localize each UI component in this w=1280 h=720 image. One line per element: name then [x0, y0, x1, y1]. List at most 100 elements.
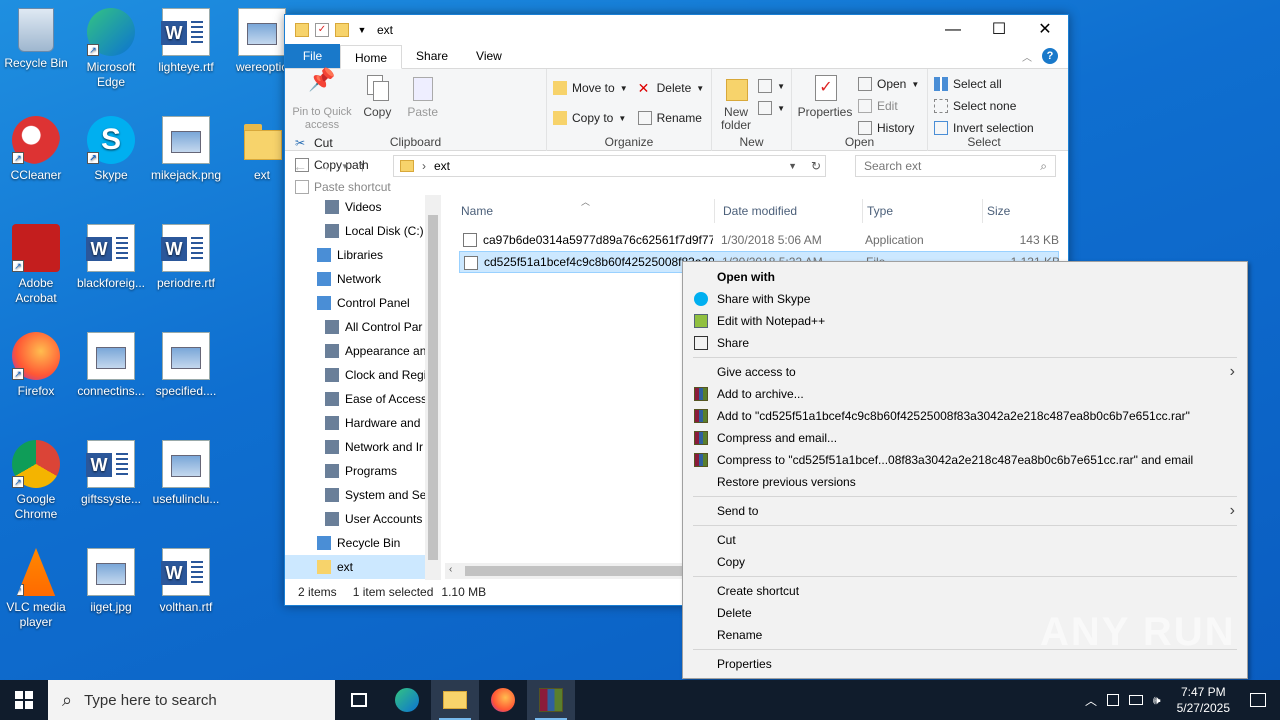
- breadcrumb[interactable]: ext: [434, 159, 450, 173]
- address-box[interactable]: › ext ▼ ↻: [393, 155, 826, 177]
- menu-item[interactable]: Edit with Notepad++: [683, 310, 1247, 332]
- back-arrow-icon[interactable]: ←: [293, 158, 307, 174]
- desktop-icon[interactable]: connectins...: [73, 326, 149, 399]
- scroll-left-icon[interactable]: ‹: [449, 564, 452, 575]
- tab-share[interactable]: Share: [402, 44, 462, 68]
- desktop-icon[interactable]: specified....: [148, 326, 224, 399]
- select-all-button[interactable]: Select all: [934, 73, 1034, 95]
- nav-item[interactable]: Libraries: [285, 243, 441, 267]
- menu-item[interactable]: Share with Skype: [683, 288, 1247, 310]
- desktop-icon[interactable]: ↗ Google Chrome: [0, 434, 74, 522]
- search-input[interactable]: Search ext ⌕: [855, 155, 1056, 177]
- desktop-icon[interactable]: usefulinclu...: [148, 434, 224, 507]
- up-arrow-icon[interactable]: ↑: [359, 158, 366, 174]
- nav-item[interactable]: Network: [285, 267, 441, 291]
- help-icon[interactable]: ?: [1042, 48, 1058, 64]
- tab-file[interactable]: File: [285, 44, 340, 68]
- minimize-button[interactable]: —: [930, 15, 976, 45]
- delete-button[interactable]: ✕ Delete ▼: [638, 73, 705, 103]
- copy-button[interactable]: Copy: [356, 73, 398, 119]
- nav-item[interactable]: User Accounts: [285, 507, 441, 531]
- nav-item[interactable]: Local Disk (C:): [285, 219, 441, 243]
- nav-item[interactable]: Programs: [285, 459, 441, 483]
- open-button[interactable]: Open ▼: [858, 73, 919, 95]
- nav-item[interactable]: Clock and Regi: [285, 363, 441, 387]
- menu-item[interactable]: Give access to ›: [683, 361, 1247, 383]
- menu-item[interactable]: Send to ›: [683, 500, 1247, 522]
- nav-item[interactable]: Hardware and: [285, 411, 441, 435]
- move-to-button[interactable]: Move to ▼: [553, 73, 628, 103]
- desktop-icon[interactable]: ↗ Microsoft Edge: [73, 2, 149, 90]
- menu-item[interactable]: Create shortcut: [683, 580, 1247, 602]
- edit-button[interactable]: Edit: [858, 95, 919, 117]
- nav-item[interactable]: ext: [285, 555, 441, 579]
- nav-scroll-thumb[interactable]: [428, 215, 438, 560]
- tab-home[interactable]: Home: [340, 45, 403, 69]
- customize-qat-icon[interactable]: ▼: [355, 23, 369, 37]
- nav-item[interactable]: Ease of Access: [285, 387, 441, 411]
- show-hidden-icons-icon[interactable]: ︿: [1085, 692, 1097, 709]
- desktop-icon[interactable]: Wvolthan.rtf: [148, 542, 224, 615]
- collapse-ribbon-icon[interactable]: ︿: [1022, 49, 1032, 64]
- notifications-icon[interactable]: [1250, 693, 1266, 707]
- desktop-icon[interactable]: S ↗ Skype: [73, 110, 149, 183]
- desktop-icon[interactable]: Recycle Bin: [0, 2, 74, 71]
- start-button[interactable]: [0, 680, 48, 720]
- taskbar-firefox[interactable]: [479, 680, 527, 720]
- task-view-button[interactable]: [335, 680, 383, 720]
- desktop-icon[interactable]: ↗ VLC media player: [0, 542, 74, 630]
- forward-arrow-icon[interactable]: →: [317, 158, 331, 174]
- nav-item[interactable]: Network and Ir: [285, 435, 441, 459]
- nav-item[interactable]: Appearance an: [285, 339, 441, 363]
- volume-icon[interactable]: 🕪: [1153, 693, 1161, 708]
- pin-quick-access-button[interactable]: 📌 Pin to Quick access: [291, 69, 353, 132]
- new-folder-button[interactable]: New folder: [718, 73, 754, 132]
- menu-item[interactable]: Copy: [683, 551, 1247, 573]
- paste-button[interactable]: Paste: [402, 73, 444, 119]
- properties-icon[interactable]: ✓: [315, 23, 329, 37]
- copy-to-button[interactable]: Copy to ▼: [553, 103, 628, 133]
- desktop-icon[interactable]: ↗ CCleaner: [0, 110, 74, 183]
- column-header-date[interactable]: Date modified: [719, 199, 863, 223]
- desktop-icon[interactable]: ↗ Firefox: [0, 326, 74, 399]
- menu-item[interactable]: Share: [683, 332, 1247, 354]
- column-header-size[interactable]: Size: [983, 199, 1059, 223]
- desktop-icon[interactable]: Wgiftssyste...: [73, 434, 149, 507]
- desktop-icon[interactable]: Wblackforeig...: [73, 218, 149, 291]
- properties-button[interactable]: ✓ Properties: [798, 73, 852, 139]
- table-row[interactable]: ca97b6de0314a5977d89a76c62561f7d9f77... 1…: [459, 229, 1059, 251]
- menu-item[interactable]: Compress to "cd525f51a1bcef...08f83a3042…: [683, 449, 1247, 471]
- maximize-button[interactable]: ☐: [976, 15, 1022, 45]
- taskbar-clock[interactable]: 7:47 PM 5/27/2025: [1171, 684, 1236, 716]
- taskbar-search[interactable]: ⌕ Type here to search: [48, 680, 335, 720]
- menu-item[interactable]: Compress and email...: [683, 427, 1247, 449]
- nav-item[interactable]: Recycle Bin: [285, 531, 441, 555]
- nav-item[interactable]: All Control Par: [285, 315, 441, 339]
- desktop-icon[interactable]: mikejack.png: [148, 110, 224, 183]
- select-none-button[interactable]: Select none: [934, 95, 1034, 117]
- nav-item[interactable]: System and Se: [285, 483, 441, 507]
- taskbar-winrar[interactable]: [527, 680, 575, 720]
- desktop-icon[interactable]: Wlighteye.rtf: [148, 2, 224, 75]
- recent-dropdown-icon[interactable]: ▼: [341, 162, 349, 171]
- menu-item[interactable]: Cut: [683, 529, 1247, 551]
- column-header-type[interactable]: Type: [863, 199, 983, 223]
- menu-item[interactable]: Restore previous versions: [683, 471, 1247, 493]
- menu-item[interactable]: Add to "cd525f51a1bcef4c9c8b60f42525008f…: [683, 405, 1247, 427]
- nav-item[interactable]: Control Panel: [285, 291, 441, 315]
- close-button[interactable]: ✕: [1022, 15, 1068, 45]
- rename-button[interactable]: Rename: [637, 103, 705, 133]
- desktop-icon[interactable]: ↗ Adobe Acrobat: [0, 218, 74, 306]
- nav-item[interactable]: Videos: [285, 195, 441, 219]
- new-folder-icon[interactable]: [335, 23, 349, 37]
- refresh-icon[interactable]: ↻: [811, 159, 821, 173]
- device-icon[interactable]: [1107, 694, 1120, 706]
- network-icon[interactable]: [1129, 695, 1144, 705]
- new-item-button[interactable]: ▼: [758, 75, 785, 97]
- taskbar-edge[interactable]: [383, 680, 431, 720]
- menu-item[interactable]: Add to archive...: [683, 383, 1247, 405]
- nav-scrollbar[interactable]: [425, 195, 441, 580]
- menu-item[interactable]: Open with: [683, 266, 1247, 288]
- easy-access-button[interactable]: ▼: [758, 97, 785, 119]
- desktop-icon[interactable]: iiget.jpg: [73, 542, 149, 615]
